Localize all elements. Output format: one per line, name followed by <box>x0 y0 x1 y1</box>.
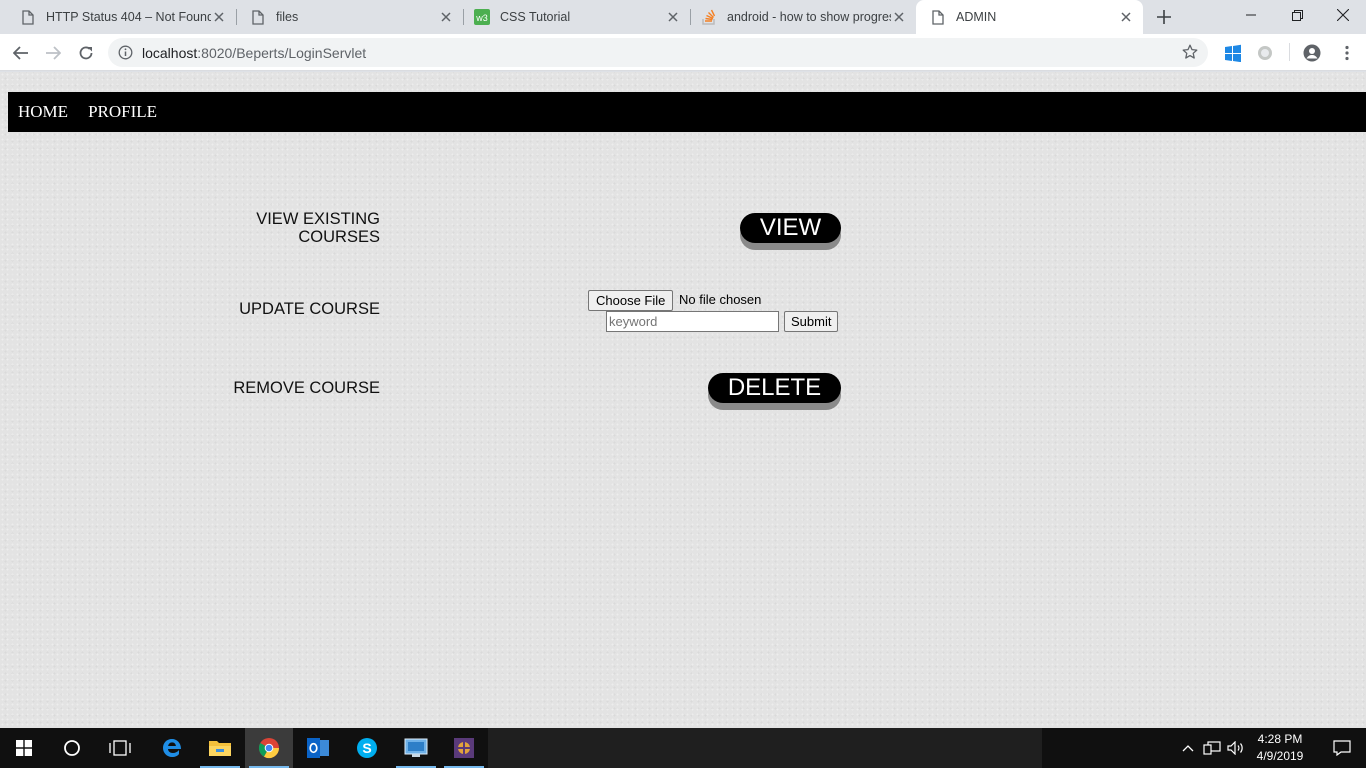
info-icon[interactable] <box>118 45 133 65</box>
profile-avatar-icon[interactable] <box>1303 44 1321 62</box>
close-icon[interactable] <box>665 9 681 25</box>
tab-title: CSS Tutorial <box>500 10 571 24</box>
file-explorer-icon[interactable] <box>196 728 244 768</box>
tab-admin[interactable]: ADMIN <box>916 0 1143 34</box>
tab-stackoverflow[interactable]: android - how to show progres <box>681 0 916 34</box>
site-nav: HOME PROFILE <box>8 92 1366 132</box>
search-circle-icon[interactable] <box>48 728 96 768</box>
minimize-icon[interactable] <box>1228 0 1274 30</box>
toolbar-separator <box>1289 43 1290 61</box>
notifications-icon[interactable] <box>1318 728 1366 768</box>
bookmark-star-icon[interactable] <box>1182 44 1198 65</box>
tab-http-404[interactable]: HTTP Status 404 – Not Found <box>0 0 236 34</box>
back-arrow-icon[interactable] <box>8 40 34 66</box>
choose-file-button[interactable]: Choose File <box>588 290 674 311</box>
file-status-text: No file chosen <box>679 292 762 307</box>
skype-icon[interactable]: S <box>343 728 391 768</box>
app-icon[interactable] <box>440 728 488 768</box>
close-icon[interactable] <box>1118 9 1134 25</box>
page-icon <box>930 9 946 25</box>
url-host: localhost <box>142 45 198 61</box>
tab-title: android - how to show progres <box>727 10 891 24</box>
taskbar-empty-region <box>488 728 1042 768</box>
clock-time: 4:28 PM <box>1257 732 1303 746</box>
w3schools-icon: w3 <box>474 9 490 25</box>
submit-button[interactable]: Submit <box>784 311 839 332</box>
tab-strip: HTTP Status 404 – Not Found files w3 CSS… <box>0 0 1366 34</box>
close-window-icon[interactable] <box>1320 0 1366 30</box>
tab-files[interactable]: files <box>230 0 463 34</box>
tab-title: files <box>276 10 299 24</box>
chrome-browser-icon[interactable] <box>245 728 293 768</box>
control-panel-icon[interactable] <box>392 728 440 768</box>
forward-arrow-icon[interactable] <box>40 40 66 66</box>
extension-icon[interactable] <box>1256 44 1274 62</box>
browser-toolbar: localhost:8020/Beperts/LoginServlet <box>0 34 1366 71</box>
close-icon[interactable] <box>438 9 454 25</box>
clock-date: 4/9/2019 <box>1256 749 1304 763</box>
remove-course-label: REMOVE COURSE <box>233 379 380 397</box>
network-icon[interactable] <box>1200 728 1224 768</box>
address-bar[interactable]: localhost:8020/Beperts/LoginServlet <box>108 38 1208 67</box>
close-icon[interactable] <box>891 9 907 25</box>
url-path: :8020/Beperts/LoginServlet <box>197 45 367 61</box>
restore-icon[interactable] <box>1274 0 1320 30</box>
view-courses-label-line1: VIEW EXISTING <box>256 210 380 228</box>
svg-text:w3: w3 <box>475 13 488 23</box>
page-icon <box>250 9 266 25</box>
tab-title: HTTP Status 404 – Not Found <box>46 10 211 24</box>
nav-profile-link[interactable]: PROFILE <box>88 102 157 122</box>
view-courses-label-line2: COURSES <box>298 228 380 246</box>
svg-text:S: S <box>362 740 371 756</box>
outlook-icon[interactable] <box>294 728 342 768</box>
tab-title: ADMIN <box>956 10 997 24</box>
nav-home-link[interactable]: HOME <box>18 102 68 122</box>
windows-start-icon[interactable] <box>0 728 48 768</box>
menu-kebab-icon[interactable] <box>1338 44 1356 62</box>
windows-extension-icon[interactable] <box>1224 44 1242 63</box>
page-icon <box>20 9 36 25</box>
windows-taskbar: S 4:28 PM 4/9/2019 <box>0 728 1366 768</box>
volume-icon[interactable] <box>1224 728 1248 768</box>
system-clock[interactable]: 4:28 PM 4/9/2019 <box>1252 731 1308 765</box>
keyword-input[interactable] <box>606 311 779 332</box>
tab-css-tutorial[interactable]: w3 CSS Tutorial <box>454 0 690 34</box>
view-courses-label: VIEW EXISTING COURSES <box>256 210 380 246</box>
reload-icon[interactable] <box>73 40 99 66</box>
view-button[interactable]: VIEW <box>740 213 841 243</box>
chevron-up-icon[interactable] <box>1176 728 1200 768</box>
page-viewport: HOME PROFILE VIEW EXISTING COURSES VIEW … <box>0 72 1366 728</box>
update-course-label: UPDATE COURSE <box>239 300 380 318</box>
close-icon[interactable] <box>211 9 227 25</box>
edge-browser-icon[interactable] <box>148 728 196 768</box>
new-tab-icon[interactable] <box>1154 7 1174 27</box>
url-text: localhost:8020/Beperts/LoginServlet <box>142 45 366 61</box>
delete-button[interactable]: DELETE <box>708 373 841 403</box>
task-view-icon[interactable] <box>96 728 144 768</box>
stackoverflow-icon <box>701 9 717 25</box>
